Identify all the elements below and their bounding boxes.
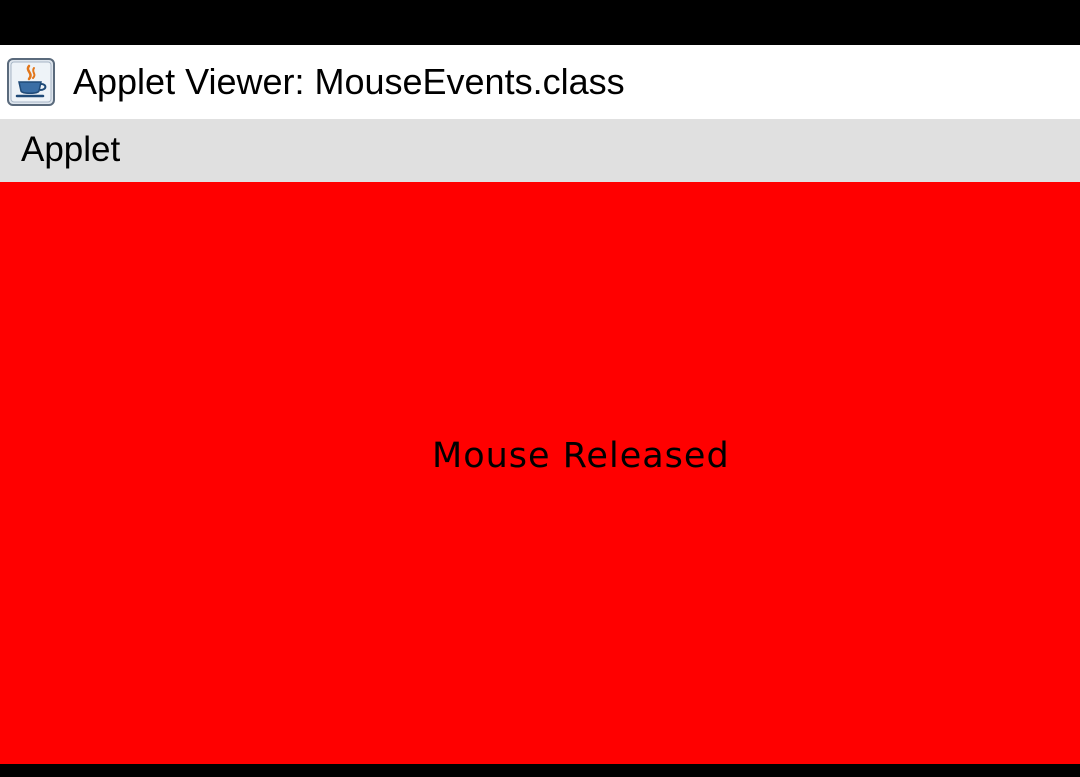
applet-viewer-window: Applet Viewer: MouseEvents.class Applet … [0,45,1080,764]
java-cup-icon [7,58,55,106]
menu-bar: Applet [0,119,1080,182]
mouse-event-message: Mouse Released [432,436,730,476]
screen-frame: Applet Viewer: MouseEvents.class Applet … [0,0,1080,777]
window-title: Applet Viewer: MouseEvents.class [73,61,625,102]
menu-applet[interactable]: Applet [12,127,129,173]
applet-canvas[interactable]: Mouse Released [0,182,1080,764]
title-bar[interactable]: Applet Viewer: MouseEvents.class [0,45,1080,119]
